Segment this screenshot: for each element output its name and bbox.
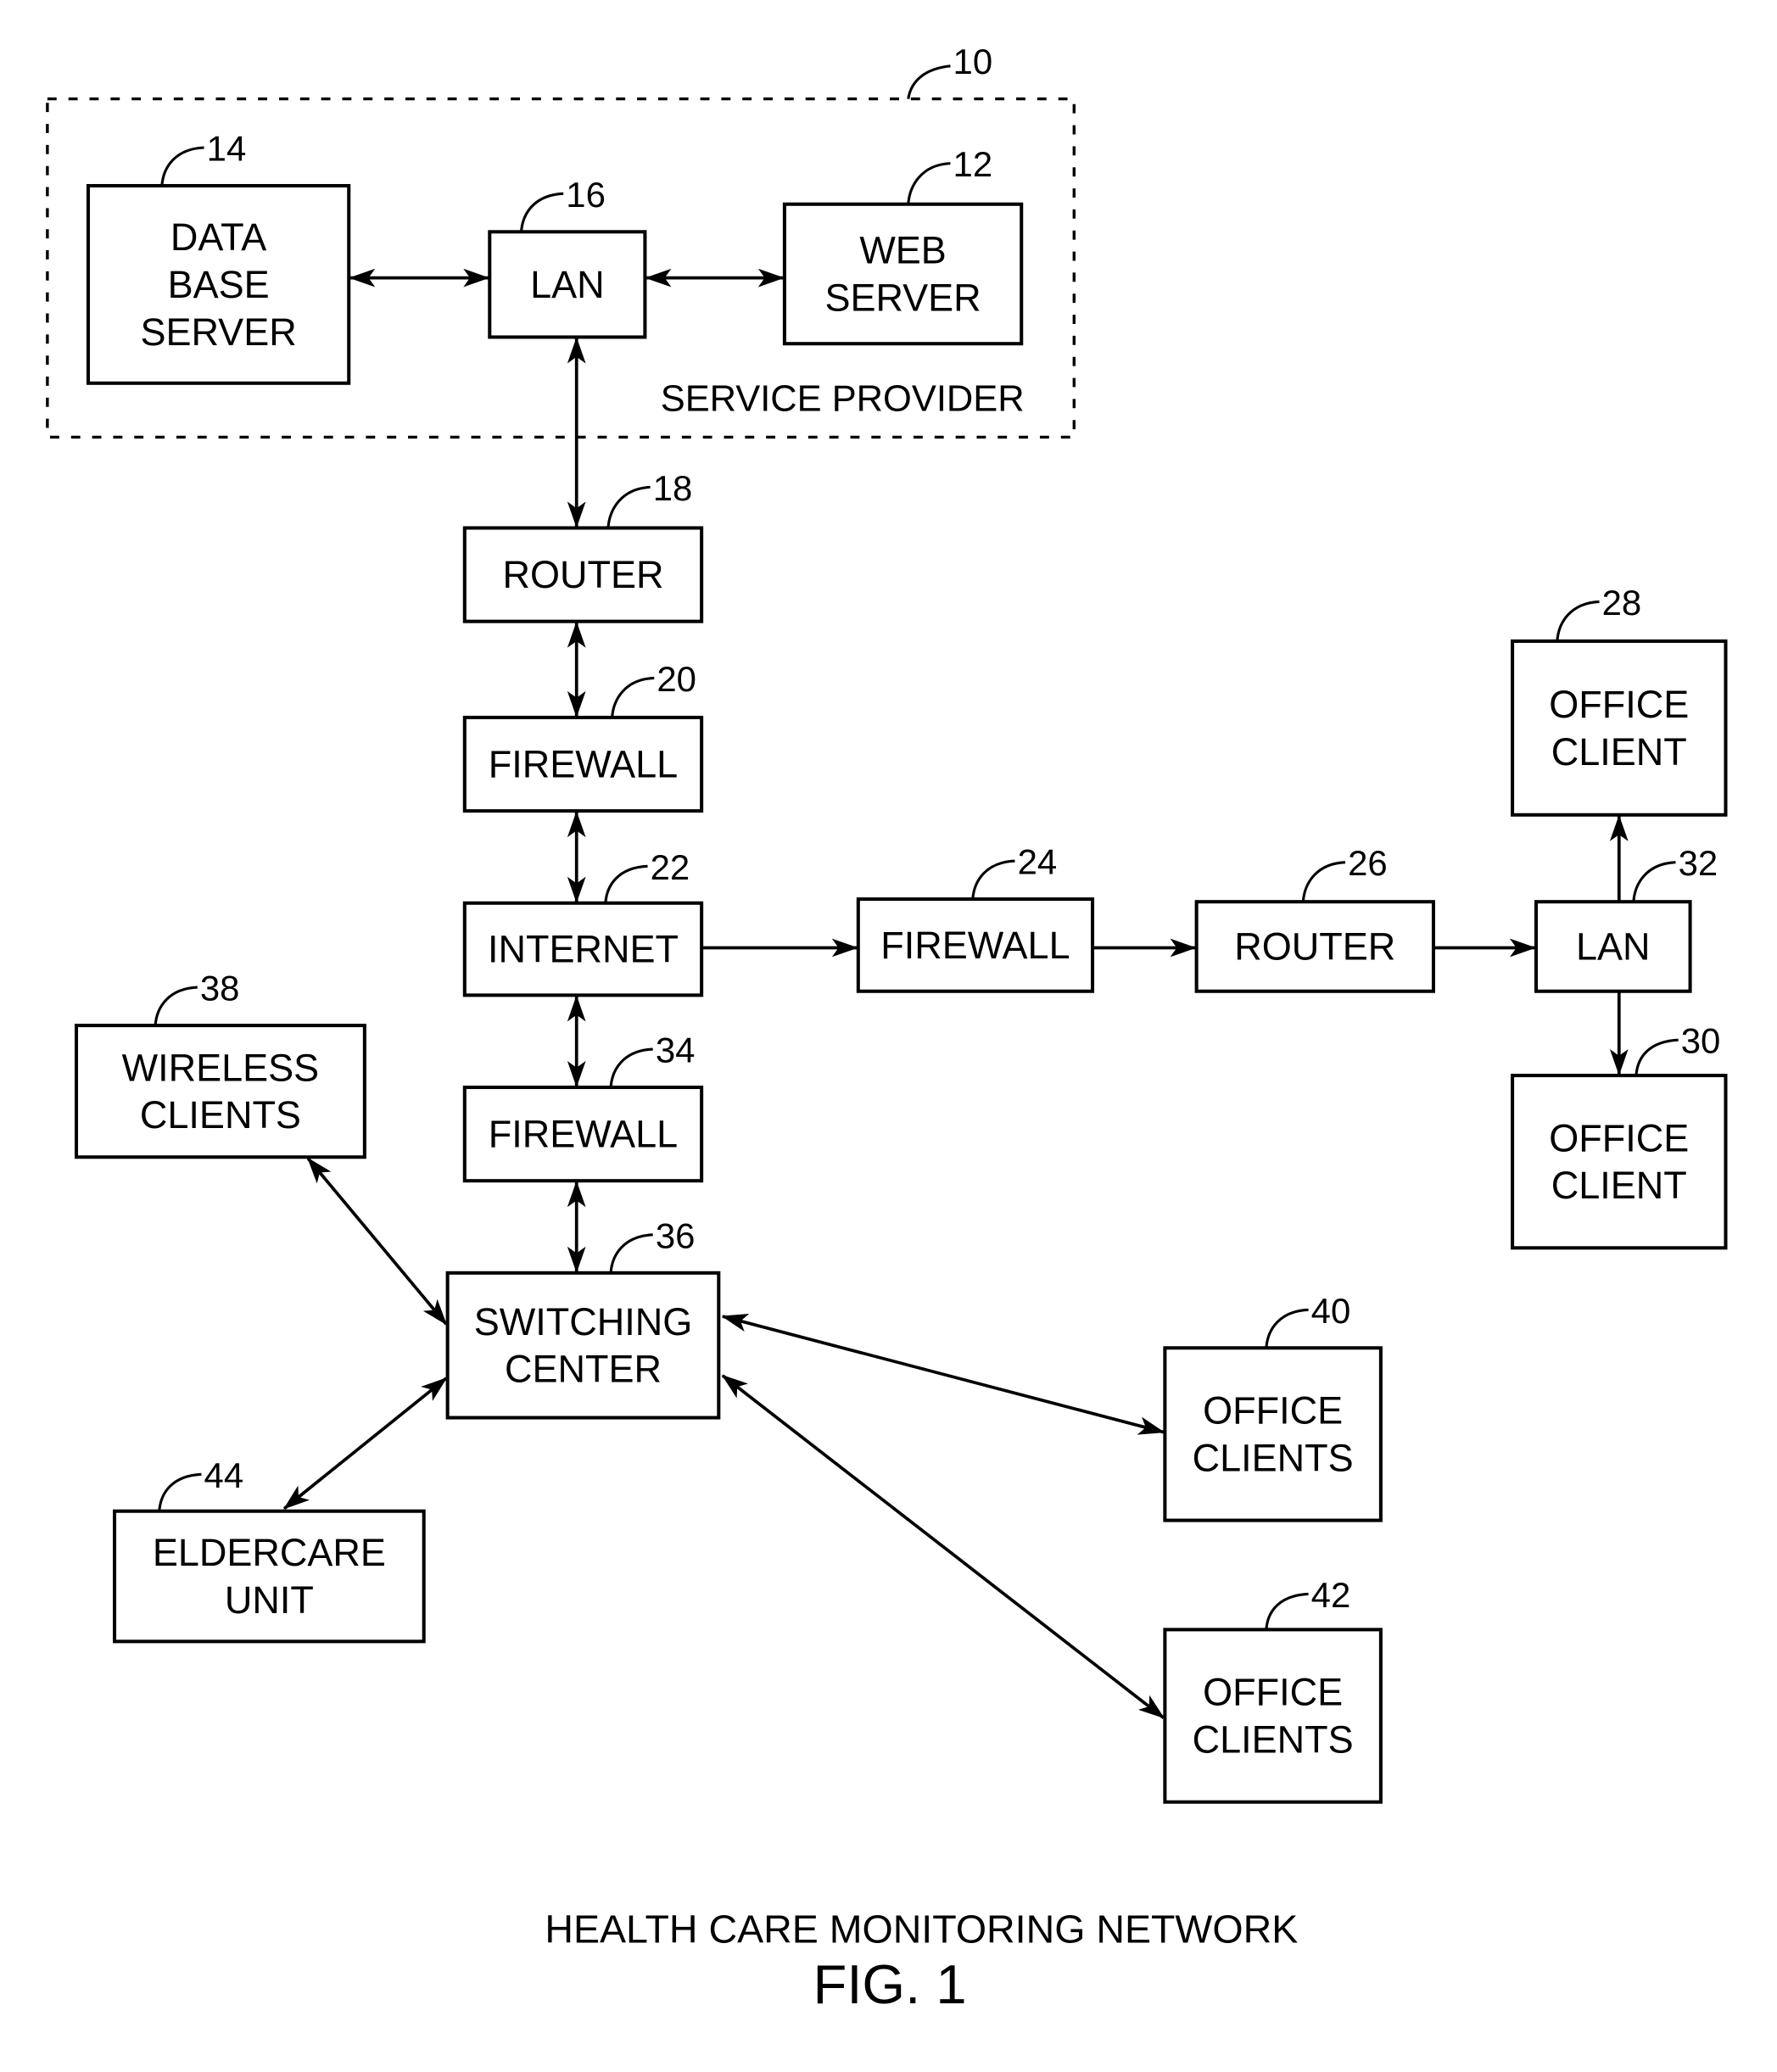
- node-lan16: LAN 16: [488, 175, 647, 339]
- node-label-line: FIREWALL: [880, 924, 1070, 967]
- node-box: [445, 1271, 721, 1420]
- node-label-line: OFFICE: [1203, 1389, 1343, 1433]
- ref-numeral: 24: [1018, 842, 1058, 882]
- leader-line: [907, 64, 951, 99]
- leader-line: [1265, 1308, 1309, 1349]
- node-box: [1163, 1346, 1383, 1522]
- ref-numeral: 26: [1348, 843, 1388, 883]
- ref-numeral: 20: [657, 659, 696, 699]
- node-office28: OFFICECLIENT 28: [1511, 583, 1728, 817]
- ref-numeral: 38: [200, 969, 240, 1008]
- node-firewall34: FIREWALL 34: [462, 1030, 704, 1183]
- leader-line: [907, 162, 951, 204]
- node-label-line: WEB: [859, 229, 947, 272]
- connections-layer: [282, 268, 1629, 1719]
- figure-caption: HEALTH CARE MONITORING NETWORK: [545, 1907, 1298, 1952]
- leader-line: [1632, 861, 1676, 902]
- leader-line: [1556, 600, 1600, 642]
- figure-label: FIG. 1: [813, 1953, 967, 2015]
- node-router26: ROUTER 26: [1194, 843, 1435, 993]
- service-provider-label: SERVICE PROVIDER: [661, 378, 1025, 419]
- node-label-line: CLIENTS: [1193, 1436, 1354, 1479]
- leader-line: [611, 676, 655, 718]
- leader-line: [1301, 861, 1346, 902]
- node-label-line: ROUTER: [1234, 924, 1395, 968]
- ref-numeral: 44: [204, 1455, 244, 1495]
- ref-numeral: 36: [656, 1215, 696, 1255]
- node-eldercare44: ELDERCAREUNIT 44: [112, 1455, 426, 1644]
- node-lan32: LAN 32: [1534, 843, 1718, 993]
- ref-numeral: 12: [953, 144, 993, 184]
- node-office42: OFFICECLIENTS 42: [1163, 1575, 1383, 1804]
- node-box: [1511, 1074, 1728, 1250]
- node-label-line: UNIT: [225, 1578, 314, 1622]
- ref-numeral: 16: [566, 175, 606, 215]
- leader-line: [609, 1047, 653, 1088]
- leader-line: [519, 192, 564, 232]
- ref-numeral: 32: [1679, 843, 1718, 883]
- ref-label: 10: [953, 42, 993, 81]
- node-label-line: CLIENT: [1551, 730, 1687, 774]
- node-label-line: INTERNET: [488, 928, 679, 971]
- node-label-line: LAN: [1576, 924, 1651, 968]
- node-label-line: OFFICE: [1203, 1671, 1343, 1714]
- node-wireless38: WIRELESSCLIENTS 38: [74, 969, 366, 1159]
- node-switching36: SWITCHING CENTER 36: [445, 1215, 721, 1420]
- network-diagram: 10 SERVICE PROVIDER DATABASESERVER14LAN1…: [46, 42, 1728, 2015]
- node-label-line: LAN: [530, 263, 605, 306]
- node-label-line: CENTER: [505, 1348, 662, 1391]
- ref-numeral: 40: [1311, 1291, 1351, 1331]
- leader-line: [604, 864, 648, 903]
- node-web-server: WEBSERVER 12: [782, 144, 1024, 346]
- node-internet22: INTERNET 22: [462, 847, 704, 997]
- node-box: [1163, 1628, 1383, 1804]
- ref-numeral: 34: [656, 1030, 696, 1070]
- node-label-line: SERVER: [824, 276, 981, 319]
- node-label-line: CLIENTS: [140, 1093, 301, 1137]
- node-label-line: FIREWALL: [489, 1113, 678, 1156]
- connection-switching36-to-office42: [721, 1374, 1165, 1719]
- leader-line: [1635, 1038, 1679, 1076]
- node-firewall20: FIREWALL 20: [462, 659, 704, 813]
- connection-switching36-to-office40: [721, 1314, 1165, 1435]
- ref-numeral: 18: [653, 468, 693, 508]
- node-label-line: DATA: [170, 215, 266, 259]
- node-label-line: OFFICE: [1549, 1116, 1689, 1159]
- leader-line: [160, 146, 204, 187]
- node-box: [1511, 639, 1728, 817]
- node-label-line: BASE: [168, 263, 270, 306]
- ref-numeral: 30: [1681, 1021, 1721, 1061]
- leader-line: [971, 859, 1015, 900]
- node-label-line: FIREWALL: [489, 743, 678, 786]
- node-router18: ROUTER 18: [462, 468, 704, 623]
- ref-numeral: 22: [651, 847, 690, 887]
- ref-numeral: 42: [1311, 1575, 1351, 1615]
- node-box: [782, 202, 1024, 346]
- leader-line: [606, 485, 651, 528]
- node-db-server: DATABASESERVER 14: [86, 129, 351, 385]
- leader-line: [609, 1233, 653, 1273]
- connection-wireless38-to-switching36: [306, 1157, 448, 1326]
- node-label-line: SERVER: [140, 310, 296, 354]
- node-label-line: ELDERCARE: [153, 1531, 386, 1574]
- ref-numeral: 14: [207, 129, 247, 169]
- leader-line: [154, 986, 198, 1026]
- node-label-line: ROUTER: [502, 553, 663, 596]
- connection-eldercare44-to-switching36: [282, 1377, 448, 1511]
- leader-line: [1265, 1592, 1309, 1630]
- node-label-line: SWITCHING: [474, 1300, 692, 1343]
- leader-line: [158, 1472, 202, 1511]
- node-label-line: CLIENTS: [1193, 1717, 1354, 1761]
- node-label-line: WIRELESS: [122, 1046, 320, 1089]
- node-label-line: CLIENT: [1551, 1164, 1687, 1207]
- node-label-line: OFFICE: [1549, 683, 1689, 726]
- node-firewall24: FIREWALL 24: [856, 842, 1095, 993]
- node-office40: OFFICECLIENTS 40: [1163, 1291, 1383, 1522]
- ref-numeral: 28: [1602, 583, 1642, 623]
